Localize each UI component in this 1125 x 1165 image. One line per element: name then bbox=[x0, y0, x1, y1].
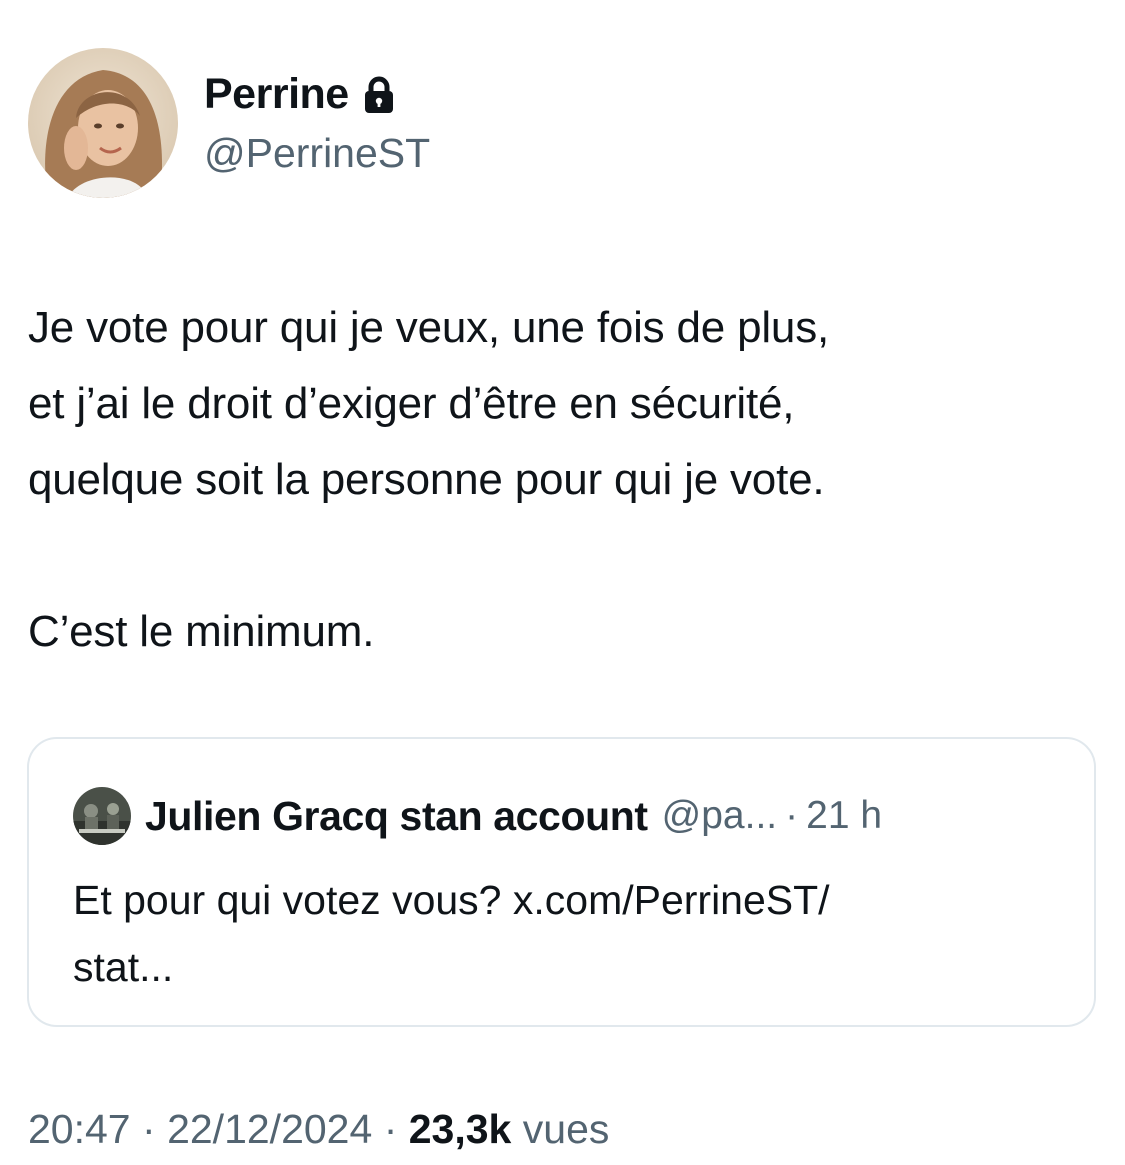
tweet-line: Je vote pour qui je veux, une fois de pl… bbox=[28, 303, 830, 352]
quoted-profile-photo-icon bbox=[73, 787, 131, 845]
views-label: vues bbox=[522, 1106, 610, 1152]
dot-separator: · bbox=[142, 1106, 156, 1152]
quoted-tweet-body: Et pour qui votez vous? x.com/PerrineST/… bbox=[73, 867, 1063, 1001]
author-handle[interactable]: @PerrineST bbox=[204, 130, 430, 177]
quoted-tweet-time: 21 h bbox=[806, 794, 883, 837]
author-display-name[interactable]: Perrine bbox=[204, 70, 349, 119]
tweet-line: quelque soit la personne pour qui je vot… bbox=[28, 455, 825, 504]
quoted-tweet-line: stat... bbox=[73, 944, 174, 990]
quoted-author-handle: @pa... bbox=[661, 794, 778, 837]
quoted-tweet-header: Julien Gracq stan account @pa... · 21 h bbox=[73, 787, 882, 845]
profile-photo-icon bbox=[28, 48, 178, 198]
lock-icon bbox=[363, 76, 395, 116]
quoted-tweet-line: Et pour qui votez vous? x.com/PerrineST/ bbox=[73, 877, 830, 923]
tweet-line: C’est le minimum. bbox=[28, 607, 375, 656]
author-name-row: Perrine bbox=[204, 66, 395, 122]
quoted-tweet-card[interactable]: Julien Gracq stan account @pa... · 21 h … bbox=[27, 737, 1096, 1027]
tweet-meta: 20:47 · 22/12/2024 · 23,3k vues bbox=[28, 1106, 609, 1153]
views-count: 23,3k bbox=[408, 1106, 512, 1152]
tweet-date[interactable]: 22/12/2024 bbox=[167, 1106, 372, 1152]
tweet-time[interactable]: 20:47 bbox=[28, 1106, 131, 1152]
dot-separator: · bbox=[785, 794, 799, 837]
quoted-author-name: Julien Gracq stan account bbox=[145, 792, 648, 839]
dot-separator: · bbox=[383, 1106, 398, 1152]
tweet-line: et j’ai le droit d’exiger d’être en sécu… bbox=[28, 379, 795, 428]
author-avatar[interactable] bbox=[28, 48, 178, 198]
quoted-author-avatar[interactable] bbox=[73, 787, 131, 845]
tweet-body: Je vote pour qui je veux, une fois de pl… bbox=[28, 290, 1108, 670]
